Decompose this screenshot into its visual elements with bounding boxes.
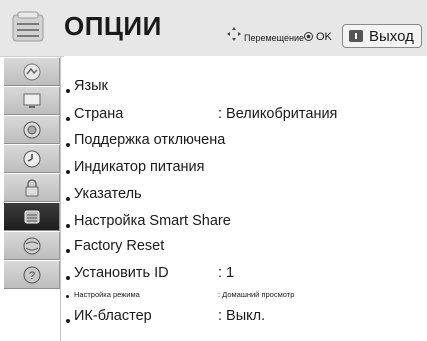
menu-item-label: Язык [74, 78, 108, 94]
hint-move-text: Перемещение [244, 33, 304, 43]
exit-button[interactable]: Выход [342, 24, 422, 48]
menu-item-value: : Домашний просмотр [218, 290, 295, 299]
bullet-icon [66, 89, 70, 93]
menu-item-label: ИК-бластер [74, 308, 152, 324]
exit-button-label: Выход [369, 28, 414, 45]
options-icon [24, 210, 40, 224]
bullet-icon [66, 170, 70, 174]
bullet-icon [66, 295, 69, 298]
menu-item-label: Указатель [74, 186, 142, 202]
bullet-icon [66, 197, 70, 201]
menu-item-value: : Выкл. [218, 308, 266, 324]
ok-button-icon [304, 32, 313, 41]
menu-item-value: : Великобритания [218, 106, 338, 122]
header-bar: ОПЦИИ Перемещение OK Выход [0, 0, 427, 57]
options-screen: ОПЦИИ Перемещение OK Выход ? Язык Страна… [0, 0, 427, 341]
options-menu: Язык Страна : Великобритания Поддержка о… [64, 56, 427, 341]
screen-icon [23, 93, 41, 108]
sidebar-item-options[interactable] [4, 203, 60, 231]
network-icon [23, 237, 41, 255]
bullet-icon [66, 224, 70, 228]
bullet-icon [66, 143, 70, 147]
hint-ok-text: OK [316, 31, 332, 43]
sidebar-item-audio[interactable] [4, 116, 60, 144]
menu-item-label: Страна [74, 106, 124, 122]
menu-item-label: Настройка Smart Share [74, 213, 231, 229]
svg-text:?: ? [29, 270, 35, 282]
sidebar-item-help[interactable]: ? [4, 261, 60, 289]
audio-icon [23, 121, 41, 139]
menu-item-label: Поддержка отключена [74, 132, 226, 148]
bullet-icon [66, 117, 70, 121]
sidebar-item-lock[interactable] [4, 174, 60, 202]
lock-icon [25, 179, 39, 197]
help-icon: ? [23, 266, 41, 284]
sidebar-item-picture[interactable] [4, 58, 60, 86]
category-sidebar: ? [4, 58, 60, 313]
menu-item-label: Установить ID [74, 265, 169, 281]
menu-item-value: : 1 [218, 265, 235, 281]
sidebar-item-time[interactable] [4, 145, 60, 173]
bullet-icon [66, 249, 70, 253]
picture-icon [23, 63, 41, 81]
sidebar-divider [60, 56, 61, 341]
sidebar-item-network[interactable] [4, 232, 60, 260]
bullet-icon [66, 319, 70, 323]
menu-item-label: Factory Reset [74, 238, 165, 254]
bullet-icon [66, 276, 70, 280]
menu-item-label: Индикатор питания [74, 159, 205, 175]
page-title: ОПЦИИ [64, 11, 162, 41]
clock-icon [23, 150, 41, 168]
dpad-icon [227, 27, 241, 41]
sidebar-item-screen[interactable] [4, 87, 60, 115]
exit-key-icon [349, 30, 363, 42]
menu-item-label: Настройка режима [74, 290, 140, 299]
options-header-icon [12, 11, 44, 42]
